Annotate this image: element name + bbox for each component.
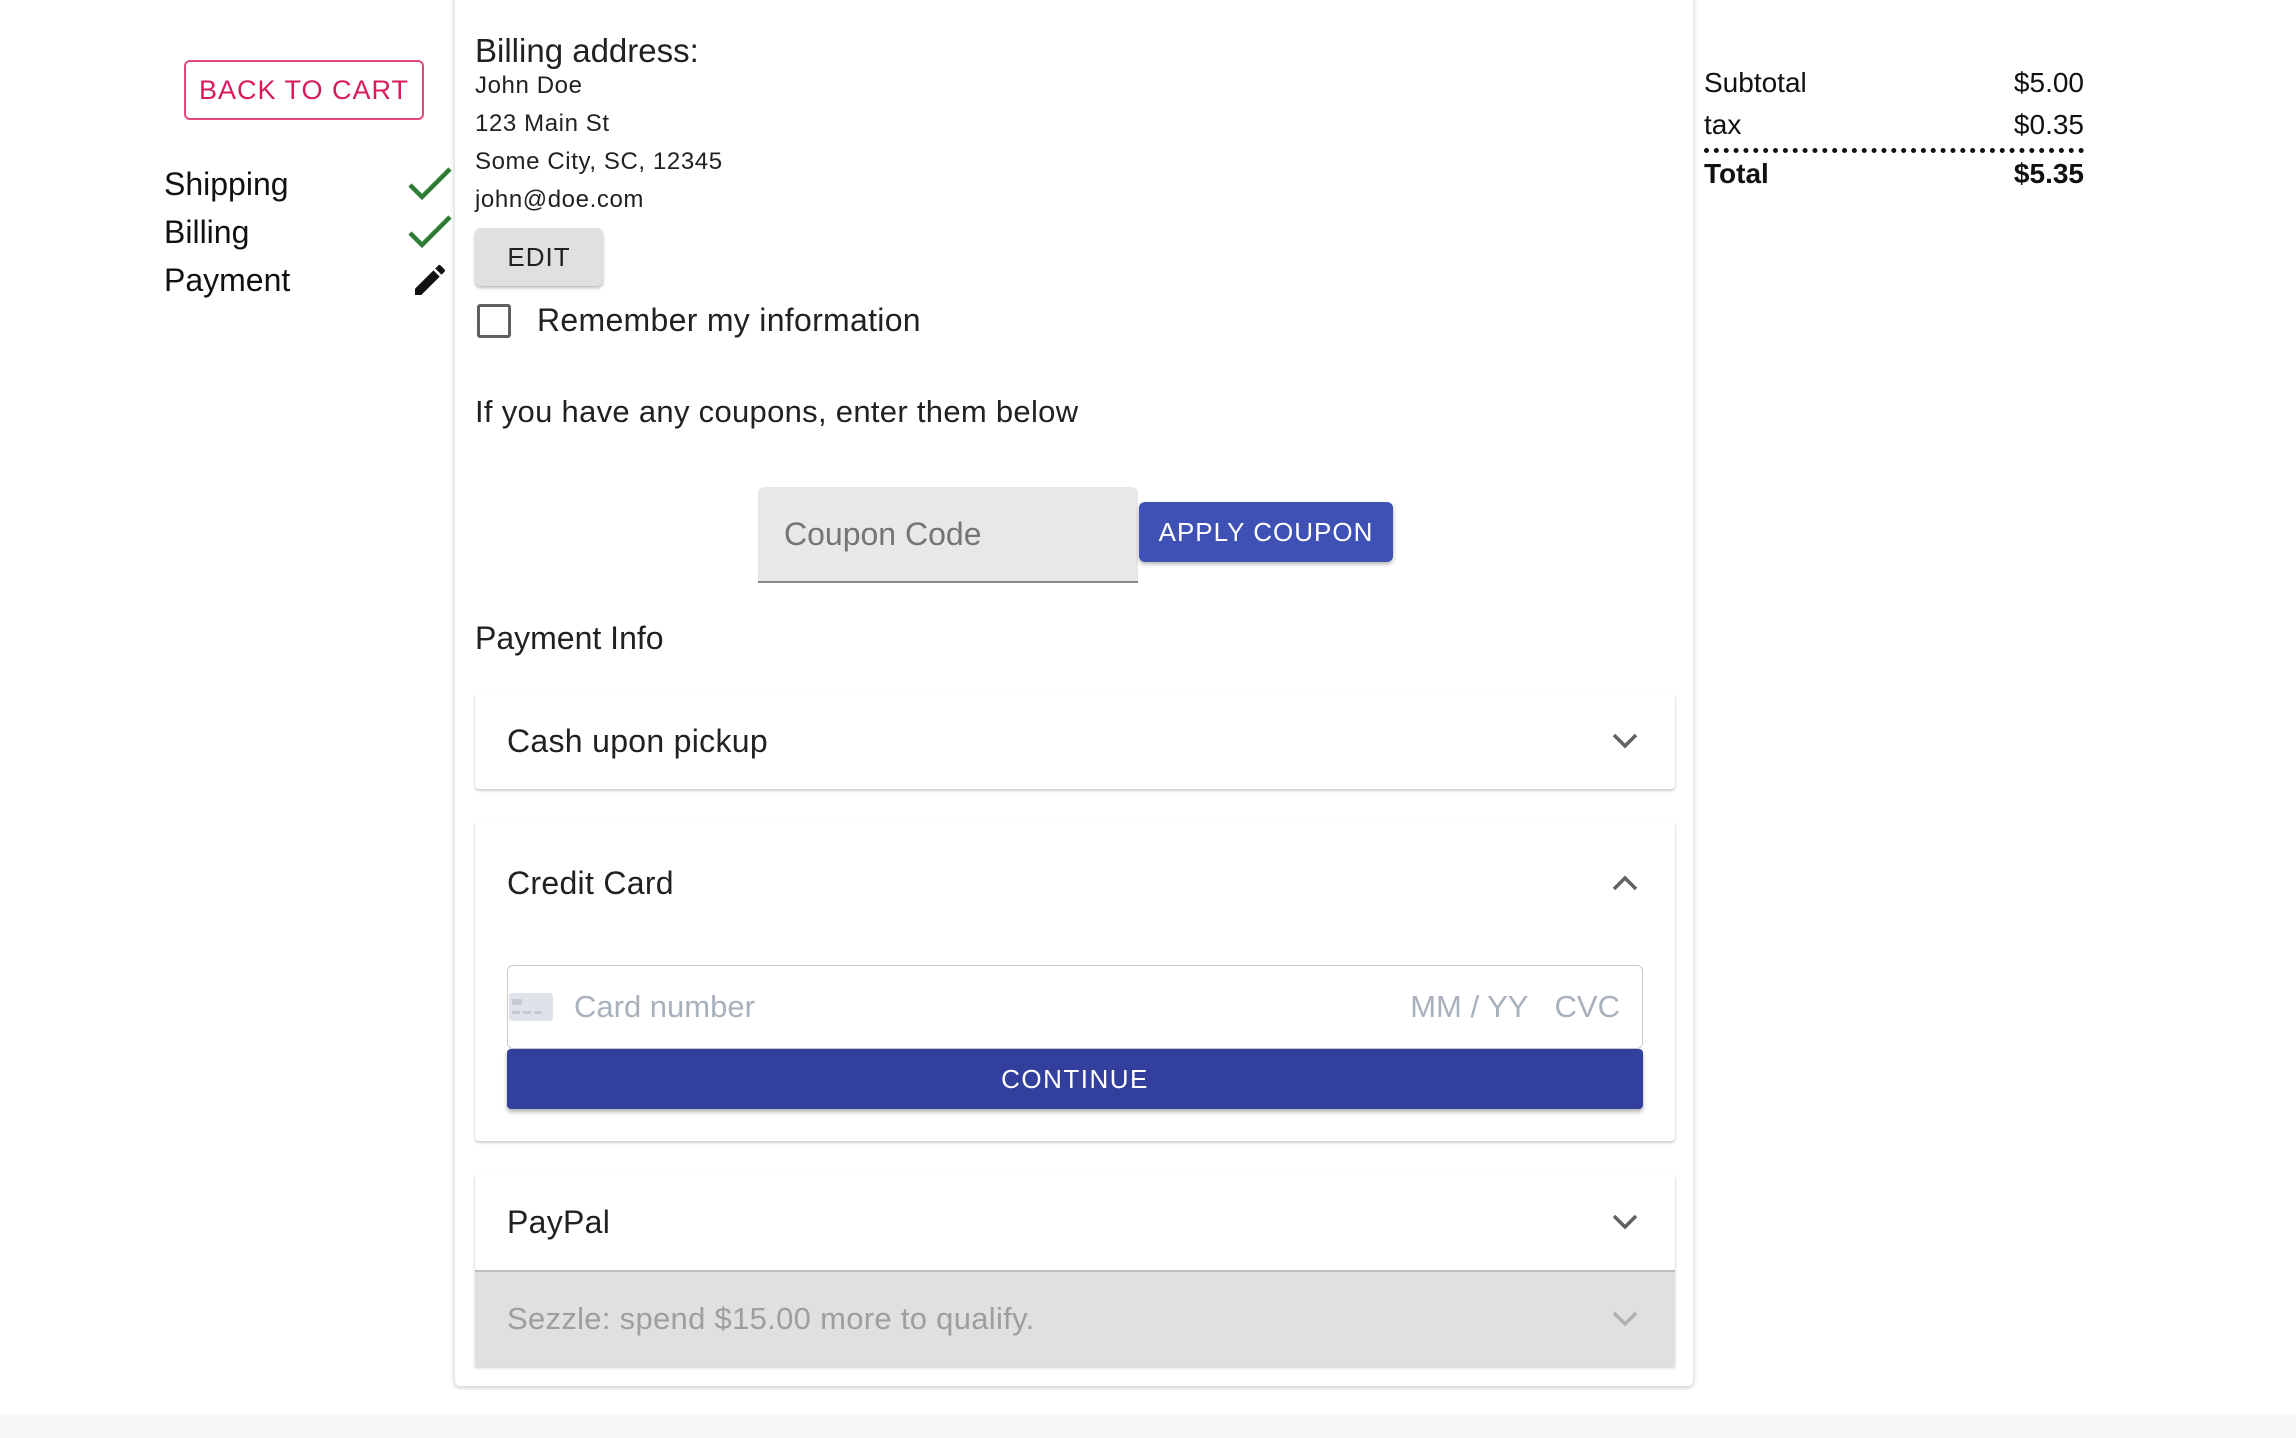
sezzle-label: Sezzle: spend $15.00 more to qualify. bbox=[507, 1301, 1035, 1336]
subtotal-label: Subtotal bbox=[1704, 67, 1807, 98]
chevron-down-icon bbox=[1607, 723, 1643, 759]
tax-row: tax $0.35 bbox=[1704, 104, 2084, 146]
payment-method-sezzle-disabled: Sezzle: spend $15.00 more to qualify. bbox=[475, 1270, 1675, 1366]
total-label: Total bbox=[1704, 158, 1769, 189]
step-billing: Billing bbox=[164, 208, 454, 256]
paypal-accordion-header[interactable]: PayPal bbox=[475, 1174, 1675, 1270]
chevron-down-icon bbox=[1607, 1301, 1643, 1337]
check-icon bbox=[406, 160, 454, 208]
edit-billing-button[interactable]: EDIT bbox=[475, 228, 603, 286]
billing-email: john@doe.com bbox=[475, 186, 644, 213]
tax-label: tax bbox=[1704, 109, 1742, 140]
subtotal-row: Subtotal $5.00 bbox=[1704, 62, 2084, 104]
apply-coupon-button[interactable]: APPLY COUPON bbox=[1139, 502, 1393, 562]
cash-accordion-header[interactable]: Cash upon pickup bbox=[475, 693, 1675, 789]
payment-method-label: Credit Card bbox=[507, 864, 674, 901]
total-row: Total $5.35 bbox=[1704, 153, 2084, 195]
coupon-code-input[interactable] bbox=[758, 487, 1138, 583]
payment-method-paypal: PayPal bbox=[475, 1174, 1675, 1270]
tax-value: $0.35 bbox=[2013, 109, 2084, 140]
billing-name: John Doe bbox=[475, 72, 583, 99]
step-label: Billing bbox=[164, 213, 250, 250]
step-payment: Payment bbox=[164, 256, 454, 304]
chevron-up-icon bbox=[1607, 865, 1643, 901]
check-icon bbox=[406, 208, 454, 256]
step-label: Payment bbox=[164, 261, 291, 298]
card-number-placeholder: Card number bbox=[574, 989, 755, 1024]
payment-info-title: Payment Info bbox=[475, 620, 664, 656]
billing-street: 123 Main St bbox=[475, 110, 610, 137]
chevron-down-icon bbox=[1607, 1204, 1643, 1240]
card-number-input[interactable]: Card number MM / YY CVC bbox=[507, 965, 1643, 1049]
payment-method-label: Cash upon pickup bbox=[507, 722, 768, 759]
credit-card-accordion-header[interactable]: Credit Card bbox=[475, 821, 1675, 945]
card-expiry-field[interactable]: MM / YY bbox=[1410, 989, 1528, 1024]
continue-button[interactable]: CONTINUE bbox=[507, 1049, 1643, 1109]
total-value: $5.35 bbox=[2013, 158, 2084, 189]
remember-info-label: Remember my information bbox=[537, 302, 921, 338]
subtotal-value: $5.00 bbox=[2013, 67, 2084, 98]
checkbox-box[interactable] bbox=[477, 303, 511, 338]
credit-card-icon bbox=[508, 992, 554, 1022]
pencil-icon bbox=[406, 256, 454, 304]
remember-info-checkbox[interactable]: Remember my information bbox=[477, 302, 921, 339]
checkout-steps: Shipping Billing Payment bbox=[164, 160, 454, 304]
card-cvc-field[interactable]: CVC bbox=[1555, 989, 1620, 1024]
order-summary: Subtotal $5.00 tax $0.35 Total $5.35 bbox=[1704, 62, 2084, 195]
billing-city: Some City, SC, 12345 bbox=[475, 148, 723, 175]
page-footer-strip bbox=[0, 1414, 2296, 1438]
coupon-prompt: If you have any coupons, enter them belo… bbox=[475, 394, 1079, 429]
payment-method-cash: Cash upon pickup bbox=[475, 693, 1675, 789]
payment-method-credit-card: Credit Card Card number MM / YY CVC CONT… bbox=[475, 821, 1675, 1141]
step-label: Shipping bbox=[164, 165, 289, 202]
payment-method-label: PayPal bbox=[507, 1203, 611, 1240]
back-to-cart-button[interactable]: BACK TO CART bbox=[184, 60, 424, 120]
step-shipping: Shipping bbox=[164, 160, 454, 208]
billing-address-title: Billing address: bbox=[475, 32, 699, 69]
checkout-panel: Billing address: John Doe 123 Main St So… bbox=[454, 0, 1694, 1386]
